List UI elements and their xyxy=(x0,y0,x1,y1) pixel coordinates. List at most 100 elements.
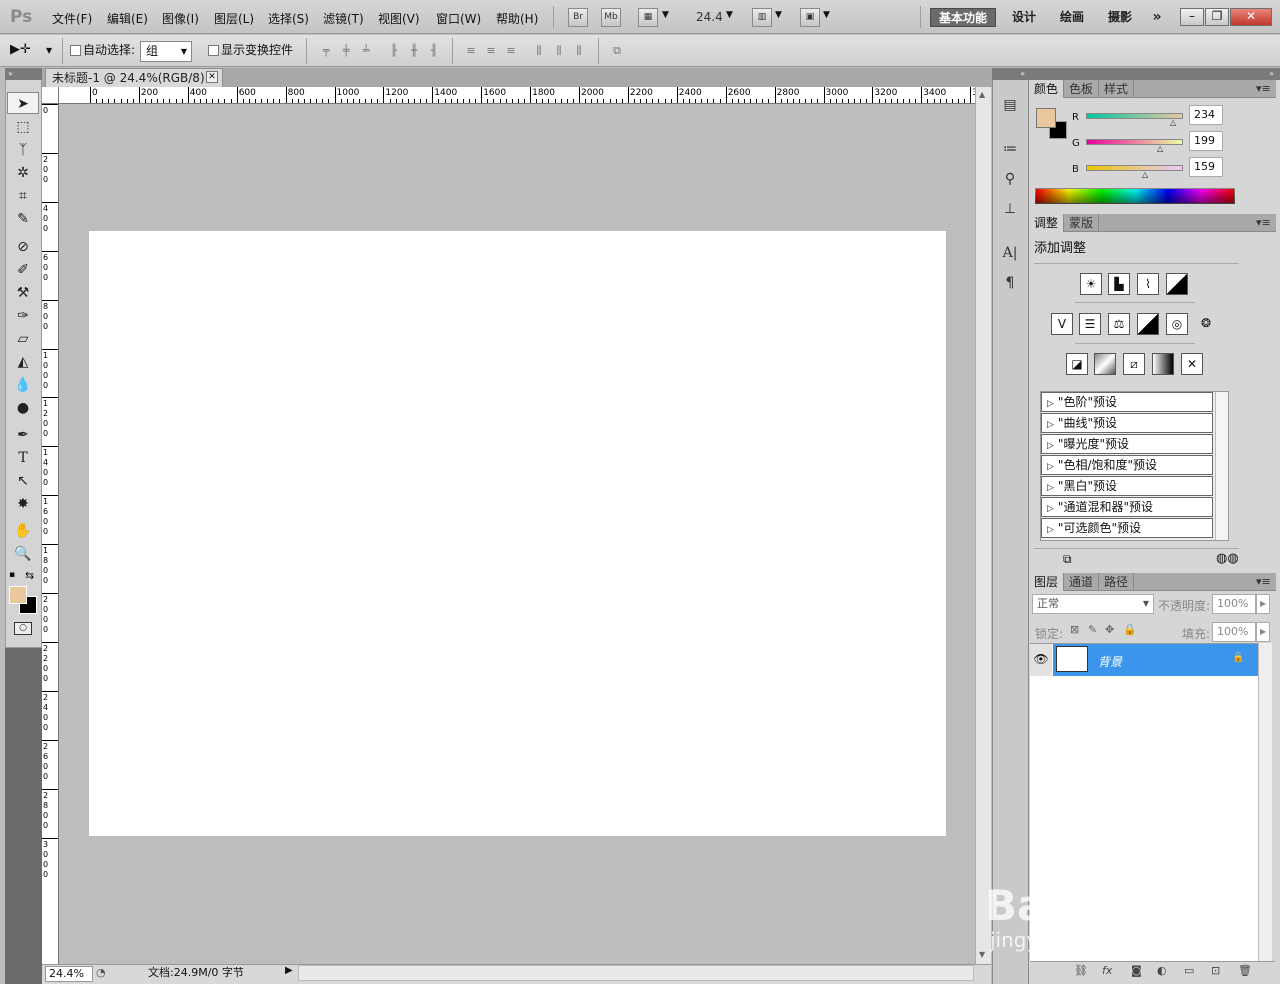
workspace-design[interactable]: 设计 xyxy=(1008,8,1040,27)
brightness-icon[interactable]: ☀ xyxy=(1080,273,1102,295)
hand-tool-icon[interactable]: ✋ xyxy=(7,520,39,542)
distribute-vcenter-icon[interactable]: ≡ xyxy=(483,44,499,58)
menu-view[interactable]: 视图(V) xyxy=(378,10,420,27)
exposure-icon[interactable] xyxy=(1166,273,1188,295)
distribute-hcenter-icon[interactable]: ⫼ xyxy=(551,44,567,58)
tab-styles[interactable]: 样式 xyxy=(1099,80,1135,98)
mini-bridge-button[interactable]: Mb xyxy=(601,8,621,27)
presets-scrollbar[interactable] xyxy=(1215,392,1228,540)
panel-menu-icon[interactable]: ▾≡ xyxy=(1256,82,1271,95)
preset-exposure[interactable]: ▷ "曝光度"预设 xyxy=(1041,434,1213,454)
quick-mask-icon[interactable]: ○ xyxy=(14,622,32,635)
distribute-bottom-icon[interactable]: ≡ xyxy=(503,44,519,58)
lasso-tool-icon[interactable]: ᛉ xyxy=(7,139,39,161)
clip-to-layer-icon[interactable]: ⧉ xyxy=(1063,552,1072,567)
status-menu-icon[interactable]: ▶ xyxy=(285,965,293,976)
align-left-icon[interactable]: ╟ xyxy=(386,44,402,58)
menu-layer[interactable]: 图层(L) xyxy=(214,10,254,27)
photo-filter-icon[interactable]: ◎ xyxy=(1166,313,1188,335)
clone-stamp-icon[interactable]: ⚒ xyxy=(7,282,39,304)
zoom-level[interactable]: 24.4 xyxy=(696,10,723,24)
pen-tool-icon[interactable]: ✒ xyxy=(7,424,39,446)
document-tab[interactable]: 未标题-1 @ 24.4%(RGB/8) * xyxy=(45,68,223,87)
eyedropper-icon[interactable]: ✎ xyxy=(7,208,39,230)
vertical-scrollbar[interactable] xyxy=(975,87,991,964)
channel-mixer-icon[interactable]: ❂ xyxy=(1195,313,1217,335)
chevron-down-icon[interactable]: ▼ xyxy=(662,10,669,20)
custom-shape-icon[interactable]: ✸ xyxy=(7,493,39,515)
link-layers-icon[interactable]: ⛓ xyxy=(1074,964,1088,977)
blend-mode-select[interactable]: 正常 ▼ xyxy=(1032,594,1154,614)
fill-field[interactable]: 100% xyxy=(1212,622,1256,642)
b-slider-knob[interactable]: △ xyxy=(1142,171,1150,179)
menu-edit[interactable]: 编辑(E) xyxy=(107,10,148,27)
panel-menu-icon[interactable]: ▾≡ xyxy=(1256,216,1271,229)
screen-mode-icon[interactable]: ▣ xyxy=(800,8,820,27)
new-layer-icon[interactable]: ⊡ xyxy=(1211,964,1220,977)
lock-pixels-icon[interactable]: ✎ xyxy=(1088,623,1097,636)
brush-presets-icon[interactable]: ≔ xyxy=(997,138,1023,160)
foreground-color-swatch[interactable] xyxy=(1036,108,1056,128)
lock-transparent-icon[interactable]: ⊠ xyxy=(1070,623,1079,636)
crop-tool-icon[interactable]: ⌗ xyxy=(7,185,39,207)
clone-source-icon[interactable]: ⚲ xyxy=(997,168,1023,190)
tab-layers[interactable]: 图层 xyxy=(1029,573,1065,591)
chevron-down-icon[interactable]: ▼ xyxy=(726,10,733,20)
foreground-color-swatch[interactable] xyxy=(9,586,27,604)
blur-tool-icon[interactable]: 💧 xyxy=(7,374,39,396)
chevron-down-icon[interactable]: ▼ xyxy=(823,10,830,20)
doc-info[interactable]: 文档:24.9M/0 字节 xyxy=(148,966,244,980)
dodge-tool-icon[interactable]: ● xyxy=(7,397,39,419)
horizontal-scrollbar[interactable] xyxy=(298,965,974,981)
fx-icon[interactable]: fx xyxy=(1102,964,1112,977)
menu-file[interactable]: 文件(F) xyxy=(52,10,92,27)
toggle-visibility-icon[interactable]: ◍◍ xyxy=(1216,551,1239,566)
paint-bucket-icon[interactable]: ◭ xyxy=(7,351,39,373)
g-value[interactable]: 199 xyxy=(1189,131,1223,151)
menu-help[interactable]: 帮助(H) xyxy=(496,10,538,27)
black-white-icon[interactable] xyxy=(1137,313,1159,335)
chevron-down-icon[interactable]: ▼ xyxy=(46,46,52,55)
scroll-down-icon[interactable]: ▼ xyxy=(979,950,985,959)
eraser-icon[interactable]: ▱ xyxy=(7,328,39,350)
minimize-button[interactable]: – xyxy=(1180,8,1204,26)
chevron-down-icon[interactable]: ▼ xyxy=(775,10,782,20)
history-brush-icon[interactable]: ✑ xyxy=(7,305,39,327)
delete-layer-icon[interactable]: 🗑 xyxy=(1238,964,1252,977)
selective-color-icon[interactable]: ✕ xyxy=(1181,353,1203,375)
more-workspaces-icon[interactable]: » xyxy=(1146,8,1168,27)
menu-filter[interactable]: 滤镜(T) xyxy=(323,10,364,27)
zoom-field[interactable]: 24.4% xyxy=(45,966,93,982)
hue-saturation-icon[interactable]: ☰ xyxy=(1079,313,1101,335)
preset-black-white[interactable]: ▷ "黑白"预设 xyxy=(1041,476,1213,496)
menu-window[interactable]: 窗口(W) xyxy=(436,10,481,27)
r-slider[interactable] xyxy=(1086,113,1183,119)
opacity-field[interactable]: 100% xyxy=(1212,594,1256,614)
film-icon[interactable]: ▦ xyxy=(638,8,658,27)
panels-collapse-icon[interactable]: » xyxy=(1028,68,1280,80)
adjustment-layer-icon[interactable]: ◐ xyxy=(1157,964,1167,977)
visibility-eye-icon[interactable]: 👁 xyxy=(1030,644,1052,676)
tab-adjustments[interactable]: 调整 xyxy=(1029,214,1065,232)
lock-all-icon[interactable]: 🔒 xyxy=(1123,623,1137,636)
workspace-basic[interactable]: 基本功能 xyxy=(930,8,996,27)
preset-curves[interactable]: ▷ "曲线"预设 xyxy=(1041,413,1213,433)
magic-wand-icon[interactable]: ✲ xyxy=(7,162,39,184)
path-select-icon[interactable]: ↖ xyxy=(7,470,39,492)
document-canvas[interactable] xyxy=(89,231,946,836)
paragraph-icon[interactable]: ¶ xyxy=(997,272,1023,294)
character-icon[interactable]: A| xyxy=(997,242,1023,264)
arrange-icon[interactable]: ▥ xyxy=(752,8,772,27)
r-value[interactable]: 234 xyxy=(1189,105,1223,125)
distribute-left-icon[interactable]: ⫼ xyxy=(531,44,547,58)
history-icon[interactable]: ▤ xyxy=(997,94,1023,116)
distribute-right-icon[interactable]: ⫼ xyxy=(571,44,587,58)
r-slider-knob[interactable]: △ xyxy=(1170,119,1178,127)
preset-levels[interactable]: ▷ "色阶"预设 xyxy=(1041,392,1213,412)
toolbox-collapse-icon[interactable]: » xyxy=(5,68,42,80)
align-right-icon[interactable]: ╢ xyxy=(426,44,442,58)
default-colors-icon[interactable]: ▪ xyxy=(9,570,15,580)
stamp-icon[interactable]: ⊥ xyxy=(997,198,1023,220)
b-slider[interactable] xyxy=(1086,165,1183,171)
b-value[interactable]: 159 xyxy=(1189,157,1223,177)
